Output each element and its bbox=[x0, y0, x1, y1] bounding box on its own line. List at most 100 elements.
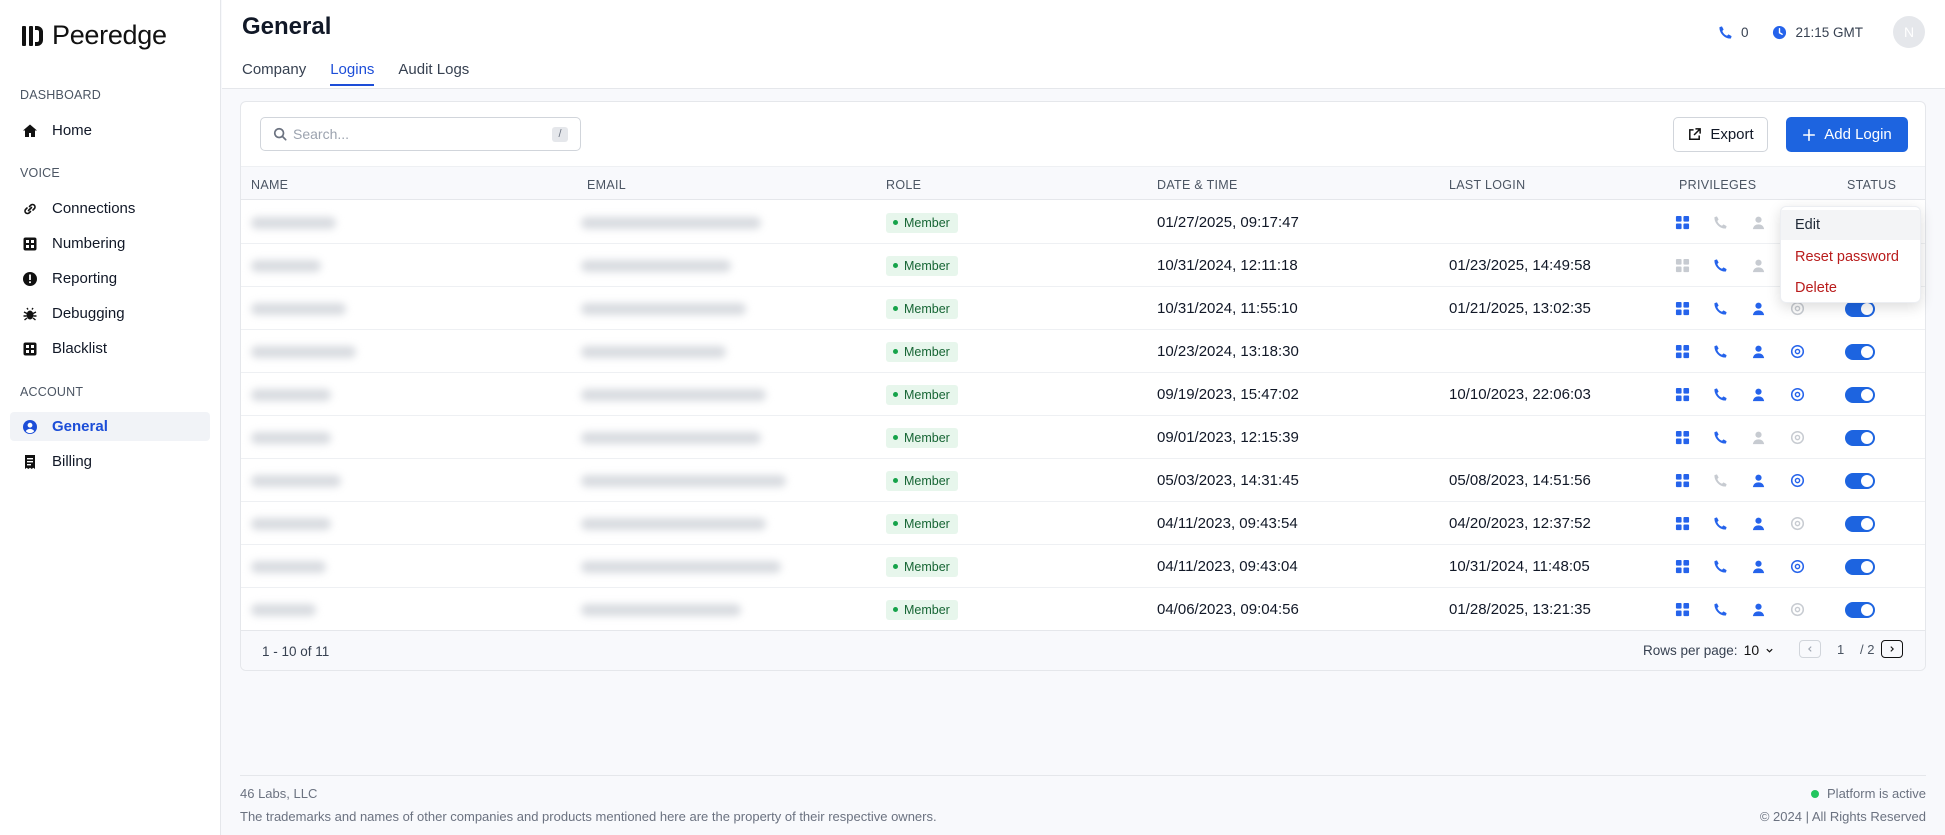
voice-privilege-icon[interactable] bbox=[1713, 330, 1728, 373]
table-pagination: 1 - 10 of 11 Rows per page: 10 1 / 2 bbox=[241, 630, 1925, 670]
sidebar-item-billing[interactable]: Billing bbox=[10, 447, 210, 476]
support-privilege-icon[interactable] bbox=[1790, 416, 1805, 459]
voice-privilege-icon[interactable] bbox=[1713, 459, 1728, 502]
sidebar: Peeredge DASHBOARD Home VOICE Connection… bbox=[0, 0, 221, 835]
tab-company[interactable]: Company bbox=[242, 61, 306, 86]
voice-privilege-icon[interactable] bbox=[1713, 588, 1728, 631]
date-cell: 04/11/2023, 09:43:54 bbox=[1157, 515, 1298, 532]
delete-menu-item[interactable]: Delete bbox=[1781, 273, 1920, 303]
dashboard-privilege-icon[interactable] bbox=[1675, 244, 1690, 287]
role-badge: Member bbox=[886, 298, 958, 319]
table-row[interactable]: Member 04/06/2023, 09:04:56 01/28/2025, 13… bbox=[241, 588, 1925, 631]
user-privilege-icon[interactable] bbox=[1751, 244, 1766, 287]
role-cell: Member bbox=[886, 416, 958, 459]
email-cell-redacted bbox=[581, 373, 766, 416]
voice-privilege-icon[interactable] bbox=[1713, 201, 1728, 244]
user-privilege-icon[interactable] bbox=[1751, 287, 1766, 330]
table-row[interactable]: Member 04/11/2023, 09:43:04 10/31/2024, 11… bbox=[241, 545, 1925, 588]
sidebar-item-connections[interactable]: Connections bbox=[10, 194, 210, 223]
add-login-button[interactable]: Add Login bbox=[1786, 117, 1908, 152]
dashboard-privilege-icon[interactable] bbox=[1675, 502, 1690, 545]
column-header-date-time[interactable]: DATE & TIME bbox=[1157, 178, 1238, 192]
table-row[interactable]: Member 04/11/2023, 09:43:54 04/20/2023, 12… bbox=[241, 502, 1925, 545]
sidebar-item-home[interactable]: Home bbox=[10, 116, 210, 145]
table-row[interactable]: Member 09/19/2023, 15:47:02 10/10/2023, 22… bbox=[241, 373, 1925, 416]
status-toggle[interactable] bbox=[1845, 387, 1875, 403]
status-toggle[interactable] bbox=[1845, 430, 1875, 446]
status-toggle[interactable] bbox=[1845, 344, 1875, 360]
dashboard-privilege-icon[interactable] bbox=[1675, 373, 1690, 416]
user-privilege-icon[interactable] bbox=[1751, 545, 1766, 588]
sidebar-item-general[interactable]: General bbox=[10, 412, 210, 441]
sidebar-item-debugging[interactable]: Debugging bbox=[10, 299, 210, 328]
dashboard-privilege-icon[interactable] bbox=[1675, 459, 1690, 502]
column-header-role[interactable]: ROLE bbox=[886, 178, 921, 192]
search-input[interactable] bbox=[293, 126, 543, 142]
tab-logins[interactable]: Logins bbox=[330, 61, 375, 86]
last-login-cell: 01/28/2025, 13:21:35 bbox=[1449, 601, 1591, 618]
support-privilege-icon[interactable] bbox=[1790, 373, 1805, 416]
role-cell: Member bbox=[886, 330, 958, 373]
status-toggle[interactable] bbox=[1845, 559, 1875, 575]
avatar[interactable]: N bbox=[1893, 16, 1925, 48]
export-button[interactable]: Export bbox=[1673, 117, 1768, 152]
clock-icon bbox=[1773, 25, 1787, 39]
date-cell: 10/31/2024, 12:11:18 bbox=[1157, 257, 1298, 274]
status-toggle[interactable] bbox=[1845, 473, 1875, 489]
table-row[interactable]: Member 05/03/2023, 14:31:45 05/08/2023, 14… bbox=[241, 459, 1925, 502]
last-login-cell: 10/10/2023, 22:06:03 bbox=[1449, 386, 1591, 403]
dashboard-privilege-icon[interactable] bbox=[1675, 416, 1690, 459]
platform-status: Platform is active bbox=[1811, 786, 1926, 801]
next-page-button[interactable] bbox=[1881, 640, 1903, 658]
edit-menu-item[interactable]: Edit bbox=[1781, 210, 1920, 240]
user-privilege-icon[interactable] bbox=[1751, 330, 1766, 373]
user-privilege-icon[interactable] bbox=[1751, 416, 1766, 459]
user-privilege-icon[interactable] bbox=[1751, 201, 1766, 244]
brand-logo[interactable]: Peeredge bbox=[22, 20, 167, 51]
sidebar-item-numbering[interactable]: Numbering bbox=[10, 229, 210, 258]
user-privilege-icon[interactable] bbox=[1751, 588, 1766, 631]
dashboard-privilege-icon[interactable] bbox=[1675, 588, 1690, 631]
support-privilege-icon[interactable] bbox=[1790, 459, 1805, 502]
status-toggle[interactable] bbox=[1845, 602, 1875, 618]
table-row[interactable]: Member 09/01/2023, 12:15:39 bbox=[241, 416, 1925, 459]
sidebar-item-blacklist[interactable]: Blacklist bbox=[10, 334, 210, 363]
table-row[interactable]: Member 10/31/2024, 11:55:10 01/21/2025, 13… bbox=[241, 287, 1925, 330]
column-header-name[interactable]: NAME bbox=[251, 178, 288, 192]
dashboard-privilege-icon[interactable] bbox=[1675, 201, 1690, 244]
sidebar-item-reporting[interactable]: Reporting bbox=[10, 264, 210, 293]
voice-privilege-icon[interactable] bbox=[1713, 545, 1728, 588]
search-box[interactable]: / bbox=[260, 117, 581, 151]
voice-privilege-icon[interactable] bbox=[1713, 373, 1728, 416]
prev-page-button[interactable] bbox=[1799, 640, 1821, 658]
dashboard-privilege-icon[interactable] bbox=[1675, 330, 1690, 373]
tab-audit-logs[interactable]: Audit Logs bbox=[398, 61, 469, 86]
table-row[interactable]: Member 10/23/2024, 13:18:30 bbox=[241, 330, 1925, 373]
support-privilege-icon[interactable] bbox=[1790, 330, 1805, 373]
status-toggle[interactable] bbox=[1845, 516, 1875, 532]
chevron-down-icon[interactable] bbox=[1765, 646, 1774, 655]
voice-privilege-icon[interactable] bbox=[1713, 244, 1728, 287]
role-label: Member bbox=[904, 430, 950, 445]
user-privilege-icon[interactable] bbox=[1751, 459, 1766, 502]
support-privilege-icon[interactable] bbox=[1790, 502, 1805, 545]
voice-privilege-icon[interactable] bbox=[1713, 502, 1728, 545]
user-privilege-icon[interactable] bbox=[1751, 502, 1766, 545]
user-privilege-icon[interactable] bbox=[1751, 373, 1766, 416]
dashboard-privilege-icon[interactable] bbox=[1675, 545, 1690, 588]
date-cell: 10/31/2024, 11:55:10 bbox=[1157, 300, 1298, 317]
support-privilege-icon[interactable] bbox=[1790, 588, 1805, 631]
voice-privilege-icon[interactable] bbox=[1713, 416, 1728, 459]
voice-privilege-icon[interactable] bbox=[1713, 287, 1728, 330]
section-voice: VOICE bbox=[20, 166, 60, 180]
active-calls[interactable]: 0 bbox=[1718, 25, 1748, 40]
table-row[interactable]: Member 10/31/2024, 12:11:18 01/23/2025, 14… bbox=[241, 244, 1925, 287]
column-header-email[interactable]: EMAIL bbox=[587, 178, 626, 192]
column-header-last-login[interactable]: LAST LOGIN bbox=[1449, 178, 1525, 192]
rows-per-page-select[interactable]: 10 bbox=[1744, 642, 1760, 658]
table-row[interactable]: Member 01/27/2025, 09:17:47 bbox=[241, 201, 1925, 244]
status-toggle[interactable] bbox=[1845, 301, 1875, 317]
dashboard-privilege-icon[interactable] bbox=[1675, 287, 1690, 330]
reset-password-menu-item[interactable]: Reset password bbox=[1781, 242, 1920, 272]
support-privilege-icon[interactable] bbox=[1790, 545, 1805, 588]
